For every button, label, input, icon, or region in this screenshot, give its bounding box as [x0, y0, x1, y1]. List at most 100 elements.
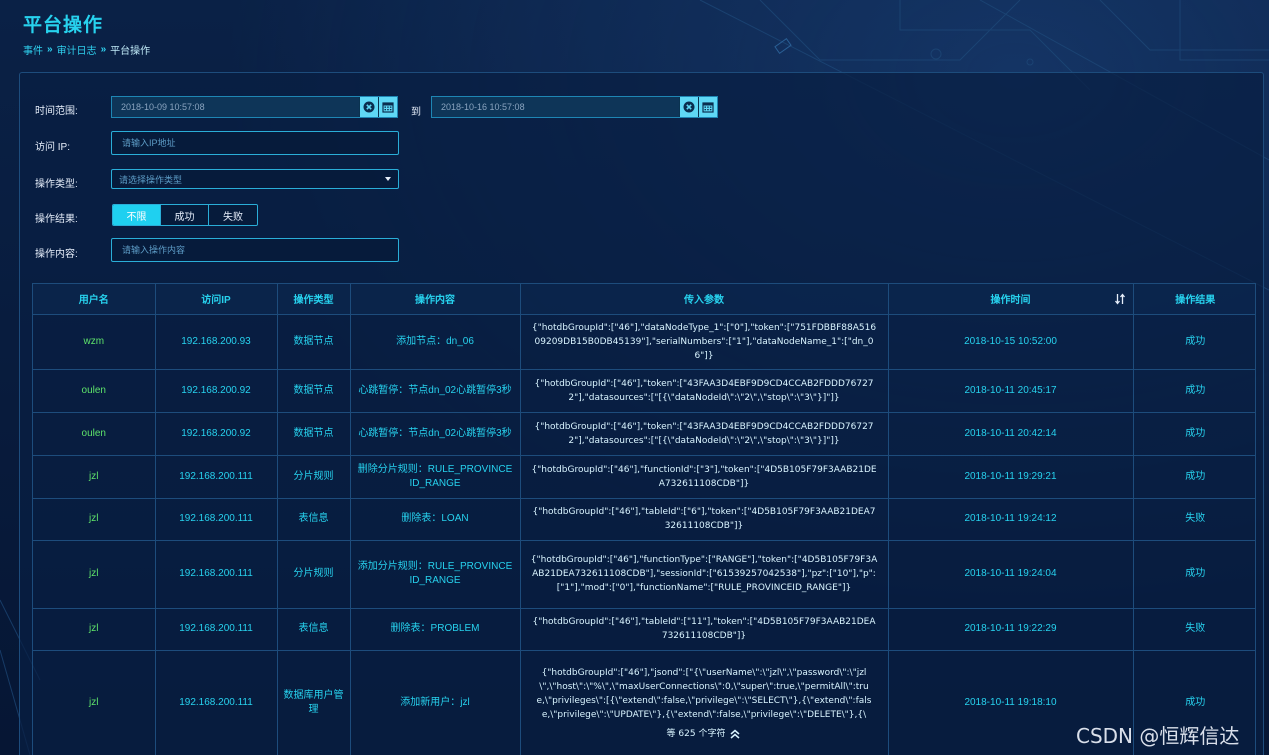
- cell-type: 数据节点: [277, 412, 351, 456]
- cell-params: {"hotdbGroupId":["46"],"token":["43FAA3D…: [520, 412, 889, 456]
- cell-params: {"hotdbGroupId":["46"],"functionId":["3"…: [520, 455, 889, 499]
- time-range-label: 时间范围:: [35, 106, 78, 117]
- cell-time: 2018-10-11 19:24:12: [888, 498, 1134, 541]
- end-date-field[interactable]: 2018-10-16 10:57:08: [431, 96, 718, 118]
- cell-content: 添加分片规则：RULE_PROVINCEID_RANGE: [350, 540, 521, 609]
- breadcrumb-item-audit-log[interactable]: 审计日志: [57, 42, 97, 57]
- end-date-value: 2018-10-16 10:57:08: [441, 102, 525, 112]
- cell-type: 表信息: [277, 498, 351, 541]
- table-header-row: 用户名 访问IP 操作类型 操作内容 传入参数 操作时间 操作结果: [33, 284, 1255, 315]
- cell-time: 2018-10-11 19:29:21: [888, 455, 1134, 499]
- content-input-wrapper: [111, 238, 399, 262]
- cell-user: jzl: [33, 455, 156, 499]
- to-label: 到: [411, 107, 421, 118]
- cell-time: 2018-10-11 20:42:14: [888, 412, 1134, 456]
- clear-icon[interactable]: [359, 97, 378, 117]
- watermark: CSDN @恒辉信达: [1076, 724, 1240, 748]
- table-row[interactable]: wzm 192.168.200.93 数据节点 添加节点：dn_06 {"hot…: [33, 314, 1255, 370]
- cell-time: 2018-10-11 20:45:17: [888, 369, 1134, 413]
- result-option-any[interactable]: 不限: [113, 205, 161, 225]
- cell-ip: 192.168.200.111: [155, 455, 278, 499]
- ip-input[interactable]: [112, 132, 398, 154]
- column-header-content: 操作内容: [350, 284, 521, 315]
- cell-params: {"hotdbGroupId":["46"],"tableId":["6"],"…: [520, 498, 889, 541]
- cell-type: 表信息: [277, 608, 351, 651]
- op-type-select[interactable]: 请选择操作类型: [111, 169, 399, 189]
- column-header-time[interactable]: 操作时间: [888, 284, 1134, 315]
- audit-log-table: 用户名 访问IP 操作类型 操作内容 传入参数 操作时间 操作结果 wzm 19…: [32, 283, 1256, 755]
- double-chevron-up-icon: [730, 729, 740, 739]
- column-header-params: 传入参数: [520, 284, 889, 315]
- result-option-fail[interactable]: 失败: [209, 205, 257, 225]
- cell-user: jzl: [33, 540, 156, 609]
- cell-ip: 192.168.200.111: [155, 498, 278, 541]
- cell-user: jzl: [33, 650, 156, 755]
- cell-content: 心跳暂停：节点dn_02心跳暂停3秒: [350, 369, 521, 413]
- table-row[interactable]: jzl 192.168.200.111 表信息 删除表：PROBLEM {"ho…: [33, 608, 1255, 651]
- content-input[interactable]: [112, 239, 398, 261]
- column-header-type: 操作类型: [277, 284, 351, 315]
- cell-result: 失败: [1133, 498, 1255, 541]
- cell-user: jzl: [33, 498, 156, 541]
- cell-time: 2018-10-15 10:52:00: [888, 314, 1134, 370]
- cell-type: 数据节点: [277, 369, 351, 413]
- cell-ip: 192.168.200.92: [155, 412, 278, 456]
- cell-params-text: {"hotdbGroupId":["46"],"jsond":["{\"user…: [536, 667, 872, 720]
- cell-type: 分片规则: [277, 540, 351, 609]
- cell-user: oulen: [33, 412, 156, 456]
- cell-content: 删除表：PROBLEM: [350, 608, 521, 651]
- cell-result: 成功: [1133, 369, 1255, 413]
- cell-ip: 192.168.200.111: [155, 608, 278, 651]
- cell-type: 分片规则: [277, 455, 351, 499]
- calendar-icon[interactable]: [378, 97, 397, 117]
- expand-params-toggle[interactable]: 等 625 个字符: [531, 727, 878, 741]
- start-date-field[interactable]: 2018-10-09 10:57:08: [111, 96, 398, 118]
- cell-content: 删除分片规则：RULE_PROVINCEID_RANGE: [350, 455, 521, 499]
- page-title: 平台操作: [23, 15, 104, 36]
- result-option-success[interactable]: 成功: [161, 205, 209, 225]
- table-row[interactable]: oulen 192.168.200.92 数据节点 心跳暂停：节点dn_02心跳…: [33, 369, 1255, 413]
- breadcrumb: 事件 » 审计日志 » 平台操作: [23, 42, 150, 57]
- column-header-result: 操作结果: [1133, 284, 1255, 315]
- table-row[interactable]: jzl 192.168.200.111 分片规则 添加分片规则：RULE_PRO…: [33, 540, 1255, 609]
- cell-time: 2018-10-11 19:22:29: [888, 608, 1134, 651]
- sort-icon[interactable]: [1114, 293, 1125, 305]
- cell-ip: 192.168.200.93: [155, 314, 278, 370]
- calendar-icon[interactable]: [698, 97, 717, 117]
- cell-content: 删除表：LOAN: [350, 498, 521, 541]
- table-row[interactable]: jzl 192.168.200.111 表信息 删除表：LOAN {"hotdb…: [33, 498, 1255, 541]
- content-label: 操作内容:: [35, 249, 78, 260]
- cell-params: {"hotdbGroupId":["46"],"dataNodeType_1":…: [520, 314, 889, 370]
- cell-params: {"hotdbGroupId":["46"],"functionType":["…: [520, 540, 889, 609]
- cell-user: oulen: [33, 369, 156, 413]
- cell-result: 失败: [1133, 608, 1255, 651]
- ip-input-wrapper: [111, 131, 399, 155]
- result-segmented-control: 不限 成功 失败: [112, 204, 258, 226]
- cell-type: 数据节点: [277, 314, 351, 370]
- cell-content: 心跳暂停：节点dn_02心跳暂停3秒: [350, 412, 521, 456]
- op-type-label: 操作类型:: [35, 179, 78, 190]
- cell-result: 成功: [1133, 314, 1255, 370]
- column-header-time-label: 操作时间: [990, 295, 1031, 307]
- table-row[interactable]: jzl 192.168.200.111 分片规则 删除分片规则：RULE_PRO…: [33, 455, 1255, 499]
- table-row[interactable]: oulen 192.168.200.92 数据节点 心跳暂停：节点dn_02心跳…: [33, 412, 1255, 456]
- cell-ip: 192.168.200.111: [155, 650, 278, 755]
- column-header-user: 用户名: [33, 284, 156, 315]
- breadcrumb-item-current: 平台操作: [110, 46, 151, 57]
- table-row[interactable]: jzl 192.168.200.111 数据库用户管理 添加新用户：jzl {"…: [33, 650, 1255, 755]
- op-type-placeholder: 请选择操作类型: [119, 174, 183, 185]
- cell-type: 数据库用户管理: [277, 650, 351, 755]
- more-chars-label: 等 625 个字符: [666, 728, 726, 739]
- breadcrumb-item-events[interactable]: 事件: [23, 42, 43, 57]
- clear-icon[interactable]: [679, 97, 698, 117]
- column-header-ip: 访问IP: [155, 284, 278, 315]
- ip-label: 访问 IP:: [35, 142, 71, 153]
- chevron-right-icon: »: [47, 44, 53, 55]
- chevron-right-icon: »: [100, 44, 107, 55]
- cell-result: 成功: [1133, 540, 1255, 609]
- result-label: 操作结果:: [35, 214, 78, 225]
- start-date-value: 2018-10-09 10:57:08: [121, 102, 205, 112]
- cell-result: 成功: [1133, 412, 1255, 456]
- cell-params: {"hotdbGroupId":["46"],"tableId":["11"],…: [520, 608, 889, 651]
- cell-result: 成功: [1133, 455, 1255, 499]
